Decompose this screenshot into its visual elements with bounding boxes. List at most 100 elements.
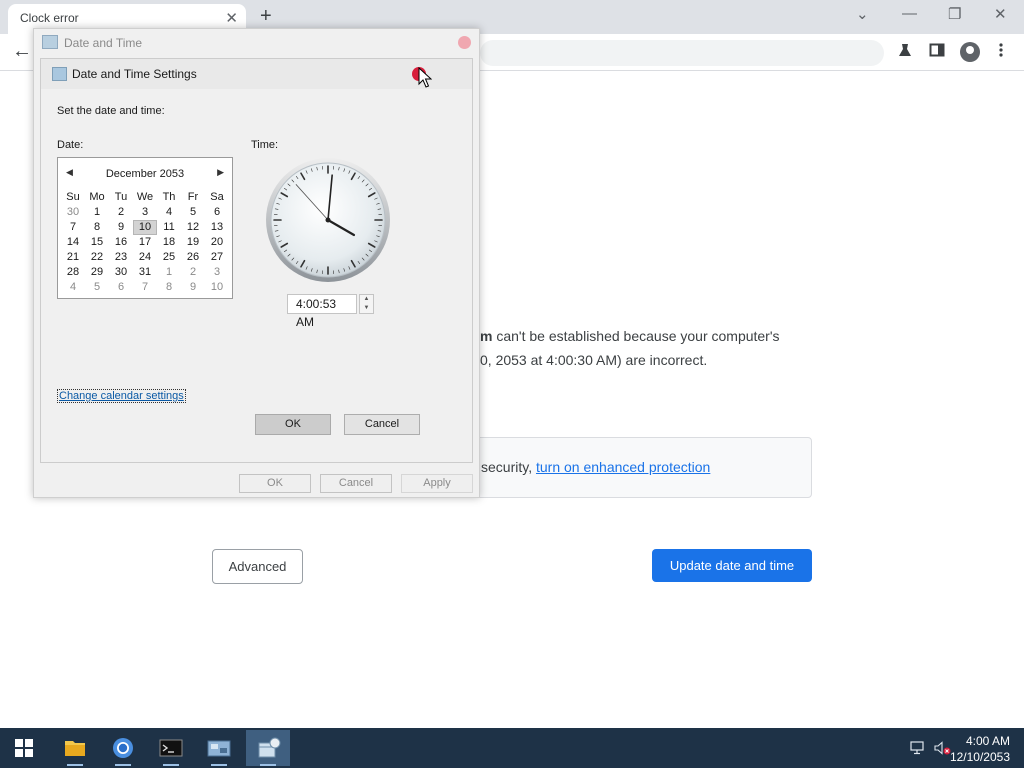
calendar-day[interactable]: 9 xyxy=(181,280,205,295)
protection-prefix: security, xyxy=(481,459,536,475)
calendar-week-row: 78910111213 xyxy=(61,220,229,235)
calendar-day[interactable]: 9 xyxy=(109,220,133,235)
taskbar-date: 12/10/2053 xyxy=(950,749,1010,765)
outer-apply-button[interactable]: Apply xyxy=(401,474,473,493)
tab-title: Clock error xyxy=(20,11,79,25)
tab-close-icon[interactable]: ✕ xyxy=(225,9,238,27)
calendar-day[interactable]: 16 xyxy=(109,235,133,250)
calendar-day[interactable]: 29 xyxy=(85,265,109,280)
start-windows-icon[interactable] xyxy=(15,739,33,757)
taskbar-time: 4:00 AM xyxy=(950,733,1010,749)
terminal-icon[interactable] xyxy=(149,730,193,766)
calendar-day[interactable]: 10 xyxy=(205,280,229,295)
calendar-day[interactable]: 27 xyxy=(205,250,229,265)
calendar-day[interactable]: 24 xyxy=(133,250,157,265)
minimize-button[interactable]: — xyxy=(902,5,917,22)
calendar-weekday: Mo xyxy=(85,190,109,205)
calendar-week-row: 28293031123 xyxy=(61,265,229,280)
calendar-day[interactable]: 8 xyxy=(157,280,181,295)
tab-search-chevron-icon[interactable]: ⌄ xyxy=(856,5,869,23)
calendar-day[interactable]: 4 xyxy=(157,205,181,220)
file-explorer-icon[interactable] xyxy=(53,730,97,766)
calendar-day[interactable]: 6 xyxy=(109,280,133,295)
taskbar-clock[interactable]: 4:00 AM 12/10/2053 xyxy=(950,733,1010,765)
inner-title-bar: Date and Time Settings xyxy=(41,59,472,89)
date-time-taskbar-icon[interactable] xyxy=(246,730,290,766)
spin-down-icon[interactable]: ▼ xyxy=(360,304,373,313)
calendar-day[interactable]: 26 xyxy=(181,250,205,265)
calendar-day[interactable]: 2 xyxy=(181,265,205,280)
calendar-weekday: Su xyxy=(61,190,85,205)
calendar-day[interactable]: 17 xyxy=(133,235,157,250)
set-date-time-label: Set the date and time: xyxy=(57,105,165,117)
calendar-weekday: Fr xyxy=(181,190,205,205)
calendar-weekday: Th xyxy=(157,190,181,205)
calendar-weekday: Sa xyxy=(205,190,229,205)
calendar-day[interactable]: 5 xyxy=(85,280,109,295)
calendar-day[interactable]: 28 xyxy=(61,265,85,280)
calendar-day[interactable]: 5 xyxy=(181,205,205,220)
calendar-day[interactable]: 6 xyxy=(205,205,229,220)
calendar-day[interactable]: 1 xyxy=(157,265,181,280)
calendar-day[interactable]: 10 xyxy=(133,220,157,235)
outer-cancel-button[interactable]: Cancel xyxy=(320,474,392,493)
control-panel-icon[interactable] xyxy=(197,730,241,766)
calendar-day[interactable]: 7 xyxy=(133,280,157,295)
calendar-day[interactable]: 25 xyxy=(157,250,181,265)
calendar-day[interactable]: 22 xyxy=(85,250,109,265)
calendar-month-title[interactable]: December 2053 xyxy=(58,168,232,180)
calendar-day[interactable]: 4 xyxy=(61,280,85,295)
outer-ok-button[interactable]: OK xyxy=(239,474,311,493)
calendar-day[interactable]: 11 xyxy=(157,220,181,235)
date-time-settings-dialog: Date and Time Settings Set the date and … xyxy=(40,58,473,463)
calendar-day[interactable]: 1 xyxy=(85,205,109,220)
calendar-day[interactable]: 12 xyxy=(181,220,205,235)
calendar-day[interactable]: 14 xyxy=(61,235,85,250)
calendar-day[interactable]: 31 xyxy=(133,265,157,280)
inner-cancel-button[interactable]: Cancel xyxy=(344,414,420,435)
outer-dialog-title: Date and Time xyxy=(64,36,142,50)
outer-button-bar: OK Cancel Apply xyxy=(34,459,479,497)
advanced-button[interactable]: Advanced xyxy=(212,549,303,584)
calendar-day[interactable]: 15 xyxy=(85,235,109,250)
extensions-icon[interactable] xyxy=(897,42,913,63)
back-button[interactable]: ← xyxy=(12,40,32,63)
error-line-2: 0, 2053 at 4:00:30 AM) are incorrect. xyxy=(480,348,810,372)
calendar-day[interactable]: 19 xyxy=(181,235,205,250)
calendar-day[interactable]: 30 xyxy=(61,205,85,220)
calendar-day[interactable]: 30 xyxy=(109,265,133,280)
time-input[interactable]: 4:00:53 AM xyxy=(287,294,357,314)
chrome-icon[interactable] xyxy=(101,730,145,766)
calendar-day[interactable]: 8 xyxy=(85,220,109,235)
address-bar[interactable] xyxy=(480,40,884,66)
taskbar: 4:00 AM 12/10/2053 xyxy=(0,728,1024,768)
inner-ok-button[interactable]: OK xyxy=(255,414,331,435)
maximize-button[interactable]: ❐ xyxy=(948,5,961,23)
network-icon[interactable] xyxy=(910,741,926,758)
update-date-time-button[interactable]: Update date and time xyxy=(652,549,812,582)
calendar-next-month-icon[interactable]: ▶ xyxy=(217,167,224,178)
error-description: m can't be established because your comp… xyxy=(480,324,810,372)
calendar-day[interactable]: 18 xyxy=(157,235,181,250)
new-tab-button[interactable]: + xyxy=(260,5,272,28)
time-spinner[interactable]: ▲ ▼ xyxy=(359,294,374,314)
close-window-button[interactable]: ✕ xyxy=(994,5,1007,23)
calendar-day[interactable]: 7 xyxy=(61,220,85,235)
enhanced-protection-link[interactable]: turn on enhanced protection xyxy=(536,459,710,475)
side-panel-icon[interactable] xyxy=(929,42,945,63)
calendar-day[interactable]: 23 xyxy=(109,250,133,265)
outer-close-button[interactable] xyxy=(458,36,471,49)
profile-avatar-icon[interactable] xyxy=(960,42,980,62)
calendar-day[interactable]: 13 xyxy=(205,220,229,235)
calendar-day[interactable]: 3 xyxy=(133,205,157,220)
calendar-weekday: We xyxy=(133,190,157,205)
change-calendar-settings-link[interactable]: Change calendar settings xyxy=(57,389,186,403)
calendar-day[interactable]: 3 xyxy=(205,265,229,280)
menu-kebab-icon[interactable] xyxy=(998,42,1004,63)
spin-up-icon[interactable]: ▲ xyxy=(360,295,373,304)
calendar-day[interactable]: 2 xyxy=(109,205,133,220)
date-label: Date: xyxy=(57,139,83,151)
calendar-day[interactable]: 20 xyxy=(205,235,229,250)
calendar-day[interactable]: 21 xyxy=(61,250,85,265)
analog-clock xyxy=(265,157,391,283)
